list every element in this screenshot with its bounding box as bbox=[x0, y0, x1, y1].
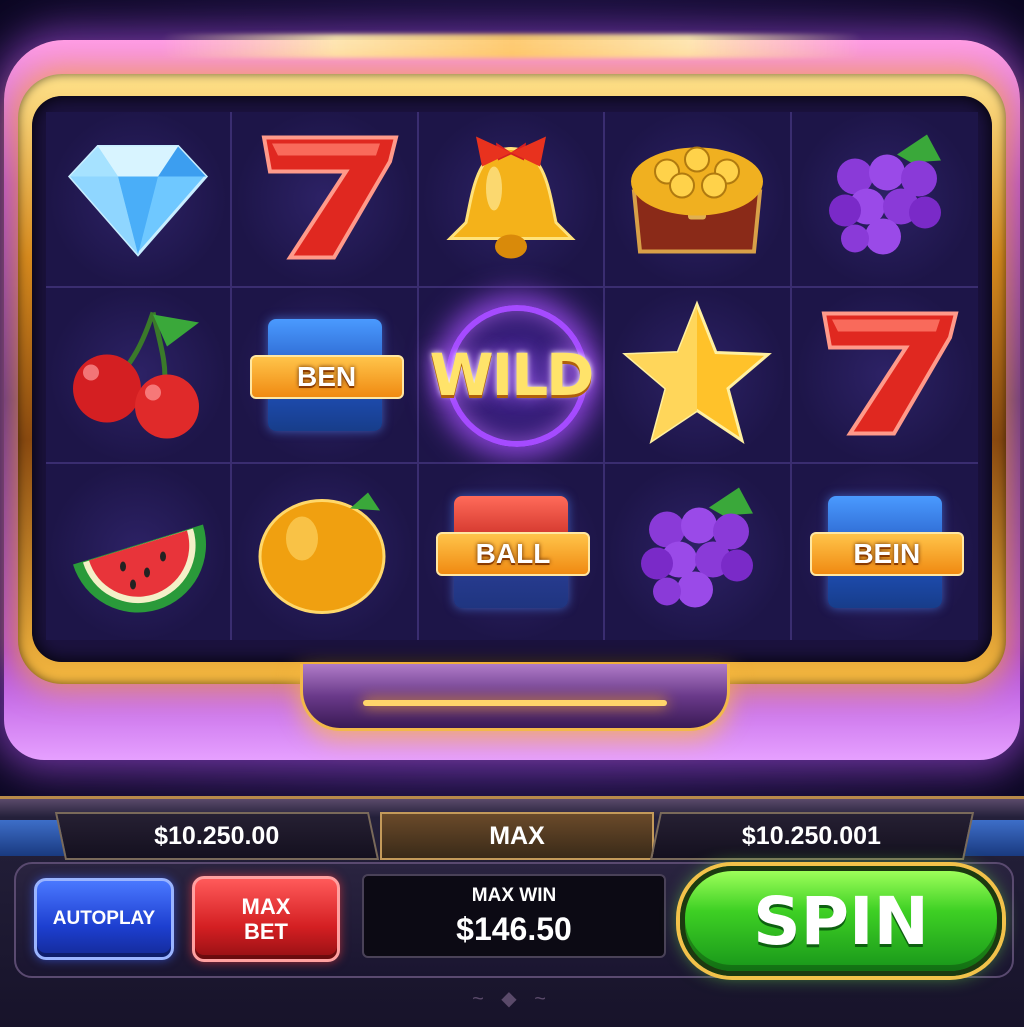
balance-left-value: $10.250.00 bbox=[154, 821, 280, 850]
max-win-value: $146.50 bbox=[456, 910, 572, 947]
watermelon-icon bbox=[63, 485, 213, 620]
wild-symbol: WILD bbox=[426, 305, 596, 447]
treasure-chest-icon bbox=[622, 132, 772, 267]
reel-cell-r3c2 bbox=[232, 464, 419, 640]
reel-cell-r1c2 bbox=[232, 112, 419, 288]
reel-cell-r1c1 bbox=[46, 112, 233, 288]
frame-top-glow bbox=[160, 34, 864, 58]
balance-right-value: $10.250.001 bbox=[742, 821, 882, 850]
balance-display-right: $10.250.001 bbox=[649, 812, 975, 860]
max-indicator-label: MAX bbox=[489, 821, 545, 850]
sign-label: BALL bbox=[435, 532, 590, 576]
max-bet-button[interactable]: MAX BET bbox=[192, 876, 340, 962]
reel-cell-r3c3: BALL bbox=[418, 464, 606, 640]
cherries-icon bbox=[63, 303, 213, 448]
reel-cell-r2c4 bbox=[605, 288, 792, 464]
max-indicator: MAX bbox=[380, 812, 654, 860]
panel-ornament: ~ ◆ ~ bbox=[472, 988, 552, 1010]
diamond-icon bbox=[68, 137, 209, 262]
star-icon bbox=[622, 300, 773, 450]
max-win-display: MAX WIN $146.50 bbox=[362, 874, 666, 958]
reel-cell-r2c3: WILD bbox=[418, 288, 606, 464]
reel-cell-r2c2: BEN bbox=[232, 288, 419, 464]
reel-cell-r1c5 bbox=[791, 112, 978, 288]
bell-icon bbox=[436, 127, 586, 272]
reel-cell-r3c4 bbox=[605, 464, 792, 640]
orange-icon bbox=[250, 485, 400, 620]
max-bet-label-line2: BET bbox=[244, 919, 288, 944]
reel-cell-r2c5 bbox=[791, 288, 978, 464]
reel-grid: BEN WILD BALL BEIN bbox=[46, 112, 978, 640]
reel-cell-r1c3 bbox=[418, 112, 606, 288]
wild-label: WILD bbox=[429, 341, 595, 409]
sign-symbol: BEN bbox=[249, 315, 404, 435]
autoplay-button[interactable]: AUTOPLAY bbox=[34, 878, 174, 960]
sign-label: BEIN bbox=[809, 532, 964, 576]
spin-button[interactable]: SPIN bbox=[680, 866, 1002, 976]
grapes-icon bbox=[815, 127, 955, 272]
frame-bottom-tab bbox=[300, 664, 730, 731]
max-bet-label-line1: MAX bbox=[241, 894, 291, 919]
max-win-label: MAX WIN bbox=[471, 884, 557, 906]
seven-icon bbox=[810, 308, 960, 443]
sign-symbol: BALL bbox=[435, 492, 590, 612]
spin-label: SPIN bbox=[753, 882, 929, 960]
seven-icon bbox=[250, 132, 400, 267]
reel-cell-r2c1 bbox=[46, 288, 233, 464]
reel-cell-r1c4 bbox=[605, 112, 792, 288]
sign-symbol: BEIN bbox=[809, 492, 964, 612]
grapes-icon bbox=[627, 480, 767, 625]
autoplay-label: AUTOPLAY bbox=[52, 908, 156, 929]
sign-label: BEN bbox=[249, 355, 404, 399]
reel-cell-r3c5: BEIN bbox=[791, 464, 978, 640]
balance-display-left: $10.250.00 bbox=[54, 812, 380, 860]
reel-cell-r3c1 bbox=[46, 464, 233, 640]
